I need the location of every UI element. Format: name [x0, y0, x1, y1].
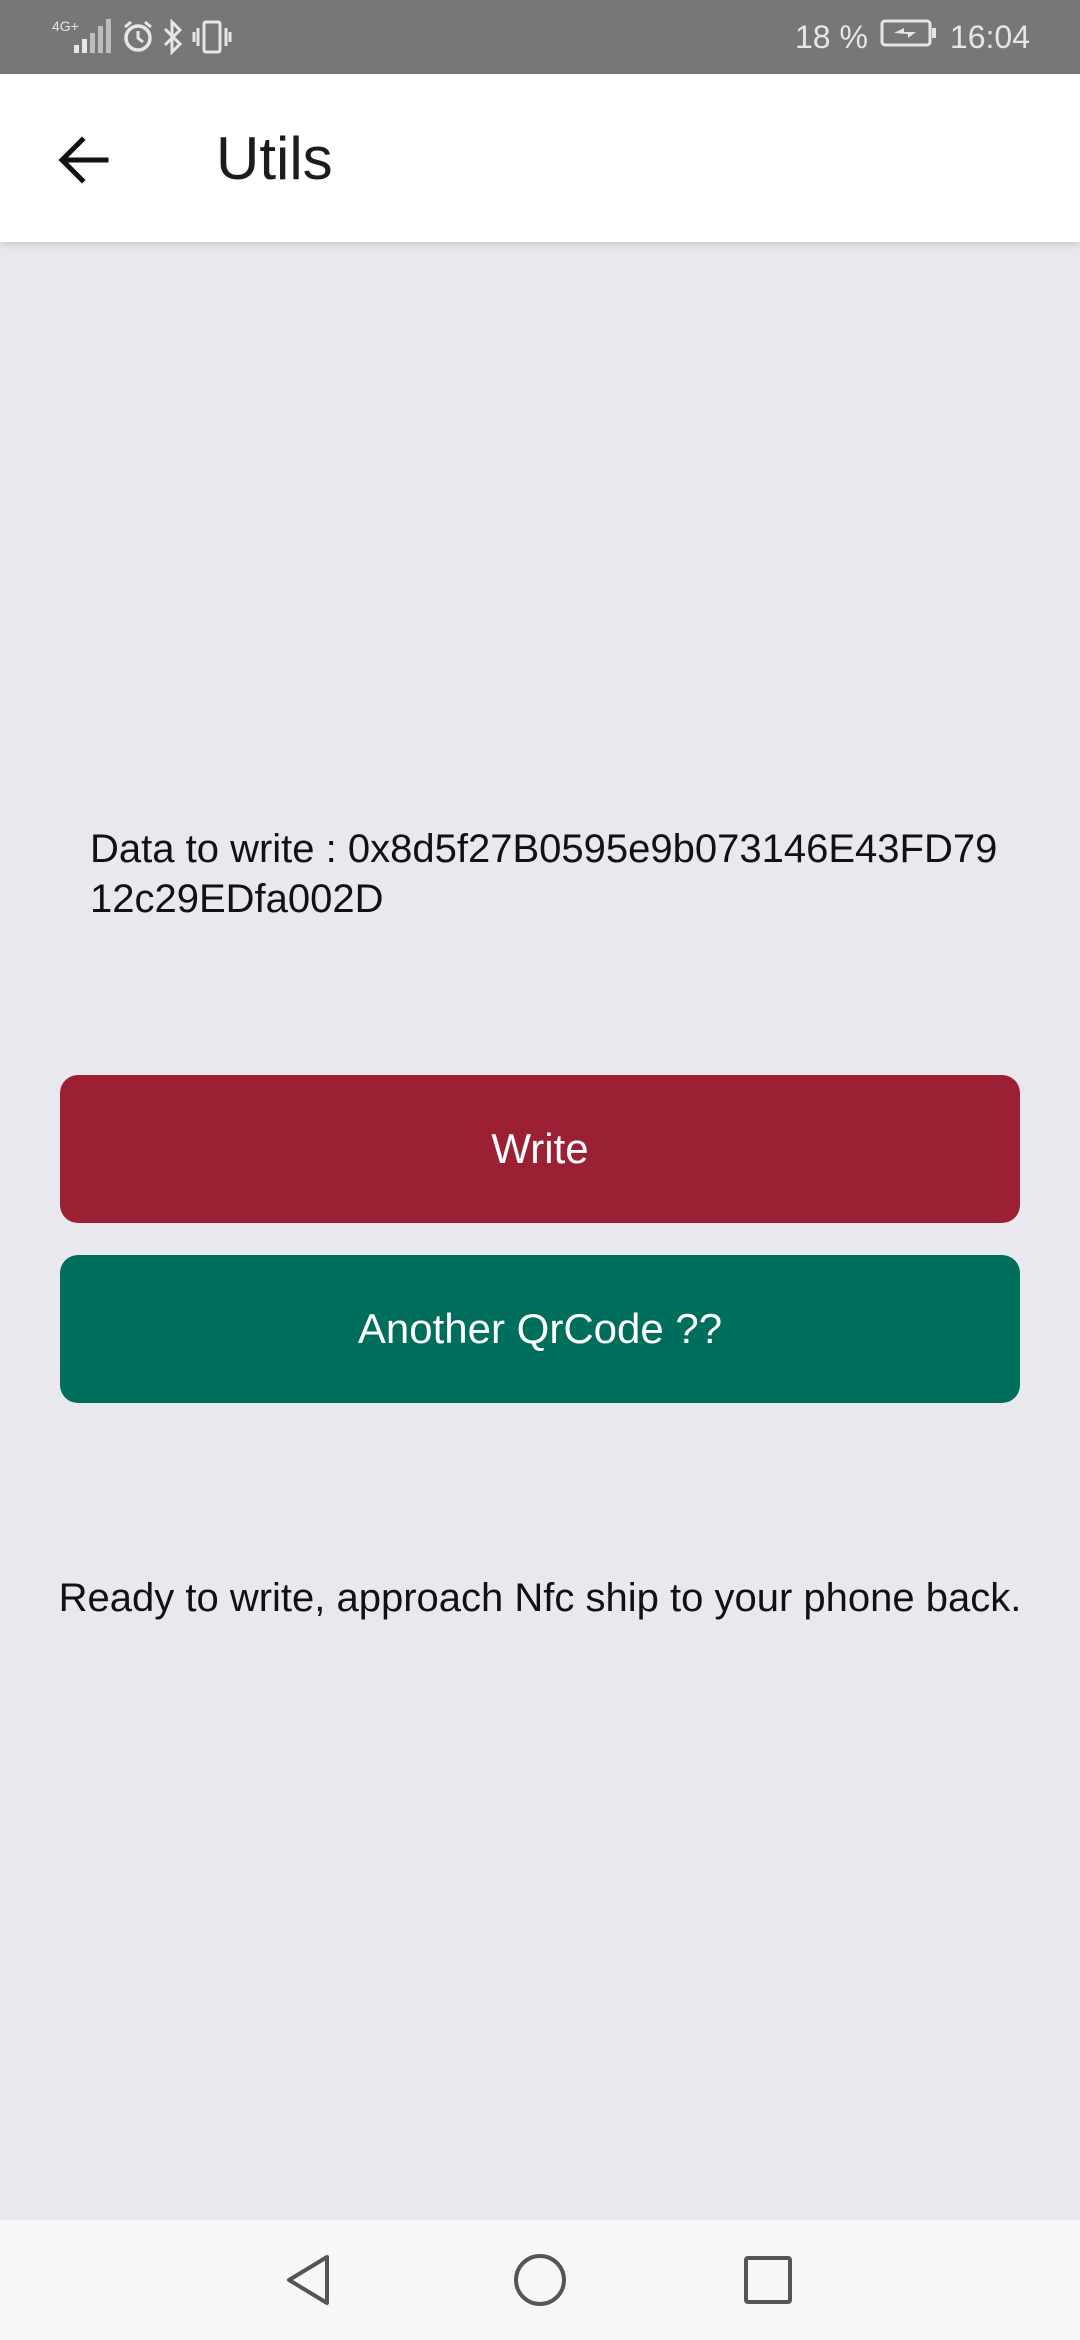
status-time: 16:04	[949, 18, 1030, 55]
battery-percent: 18 %	[794, 18, 868, 55]
back-triangle-icon	[287, 2255, 329, 2305]
data-to-write-text: Data to write : 0x8d5f27B0595e9b073146E4…	[90, 827, 998, 921]
home-circle-icon	[514, 2254, 566, 2306]
status-icons-right: 18 % 16:04	[795, 14, 1030, 60]
write-button[interactable]: Write	[60, 1075, 1020, 1223]
recents-square-icon	[744, 2256, 792, 2304]
status-bar: 4G+ 18 % 16:04	[0, 0, 1080, 74]
system-navigation-bar	[0, 2220, 1080, 2340]
nav-recents-button[interactable]	[730, 2242, 806, 2318]
arrow-left-icon	[58, 136, 109, 184]
another-qrcode-button[interactable]: Another QrCode ??	[60, 1255, 1020, 1403]
back-button[interactable]	[44, 120, 124, 200]
alarm-icon	[122, 19, 154, 55]
status-message: Ready to write, approach Nfc ship to you…	[58, 1576, 1022, 1620]
battery-charging-icon	[880, 18, 938, 56]
vibrate-icon	[192, 19, 232, 55]
nav-home-button[interactable]	[502, 2242, 578, 2318]
app-bar: Utils	[0, 74, 1080, 242]
status-icons-left: 4G+	[52, 14, 232, 60]
signal-icon: 4G+	[52, 17, 114, 57]
network-type-label: 4G+	[52, 18, 79, 34]
nav-back-button[interactable]	[270, 2242, 346, 2318]
bluetooth-icon	[162, 19, 184, 55]
page-title: Utils	[216, 125, 333, 192]
